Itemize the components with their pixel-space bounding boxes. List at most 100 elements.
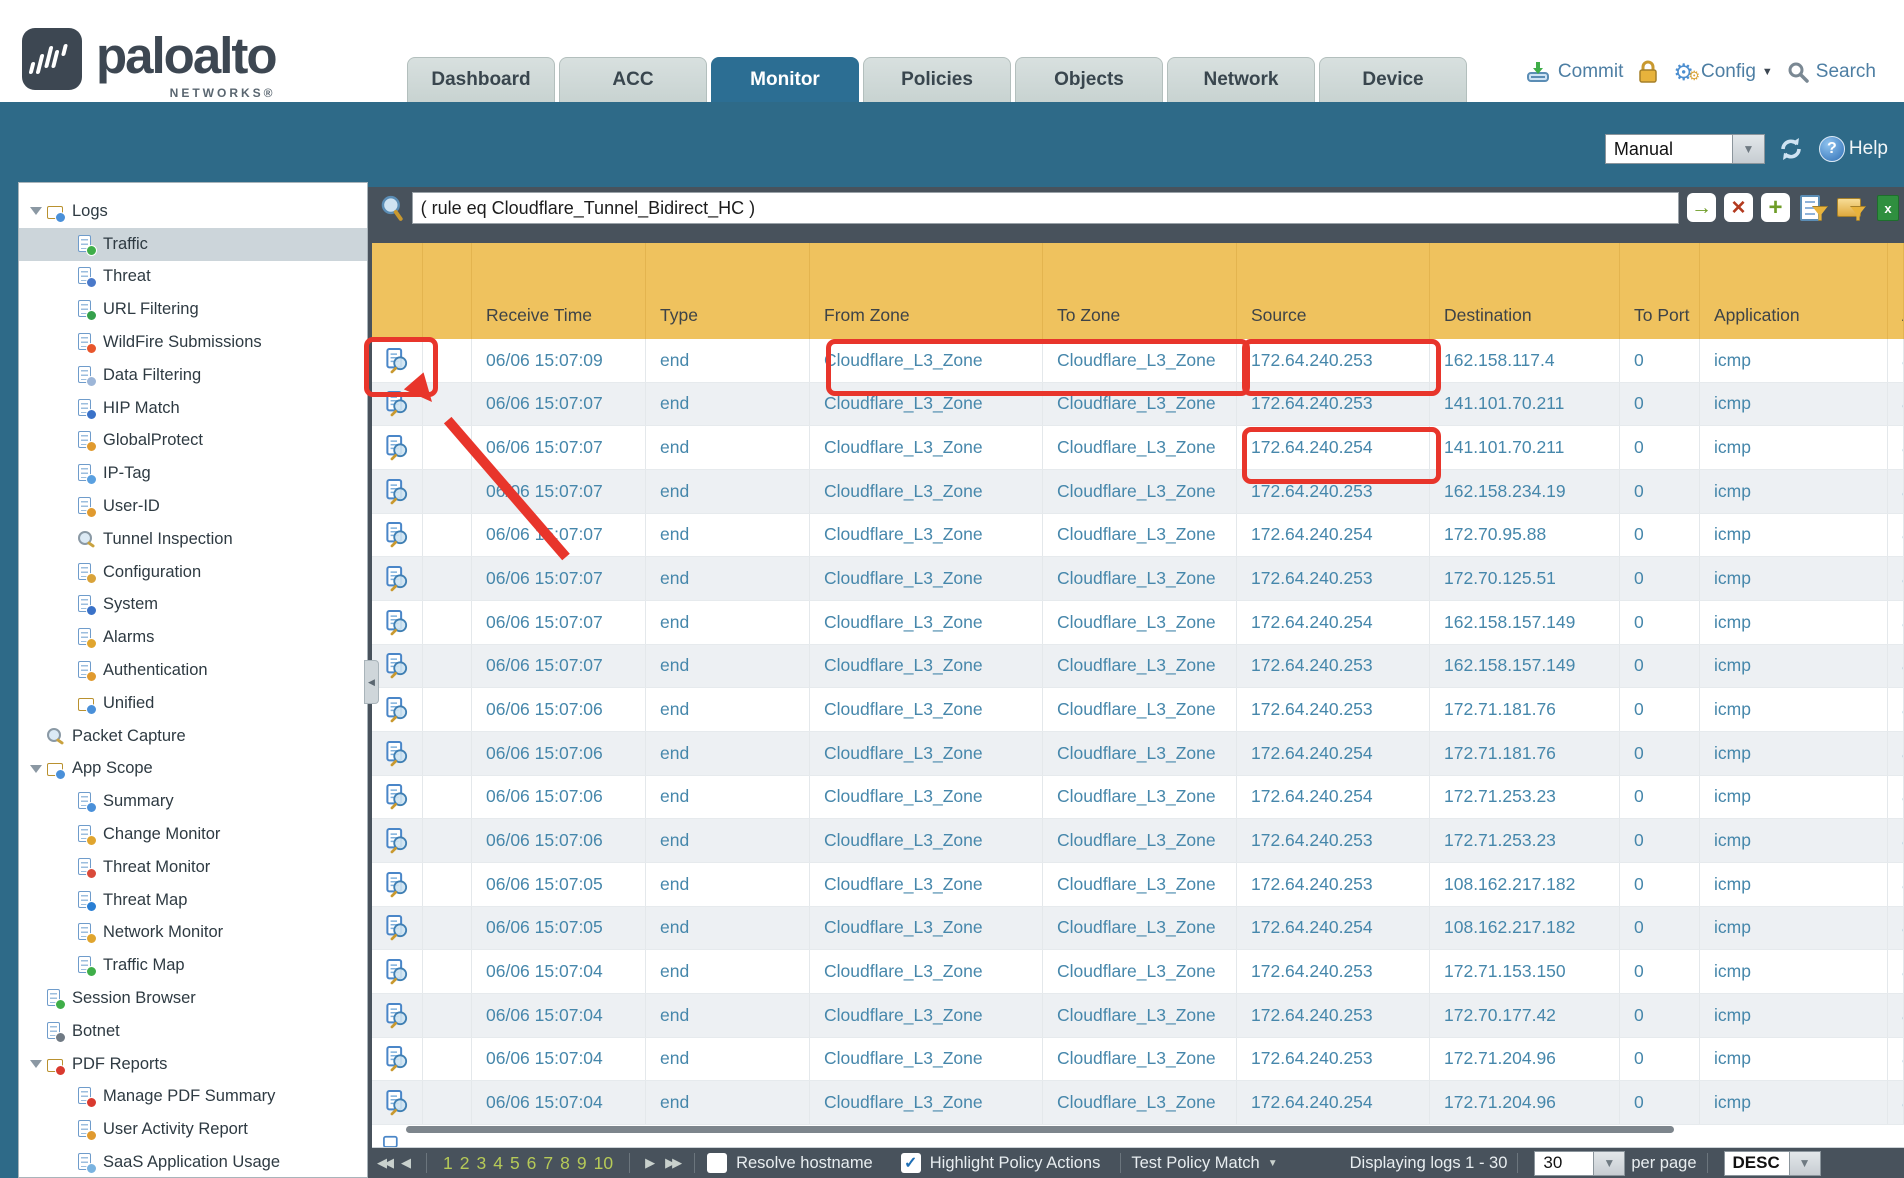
page-number-4[interactable]: 4 [493,1153,503,1174]
page-number-1[interactable]: 1 [443,1153,453,1174]
log-detail-icon[interactable] [372,688,423,731]
resolve-hostname-checkbox[interactable] [707,1153,727,1173]
log-detail-icon[interactable] [372,557,423,600]
table-row[interactable]: 06/06 15:07:07endCloudflare_L3_ZoneCloud… [372,601,1904,645]
table-row[interactable]: 06/06 15:07:06endCloudflare_L3_ZoneCloud… [372,688,1904,732]
log-detail-icon[interactable] [372,339,423,382]
log-detail-icon[interactable] [372,470,423,513]
commit-link[interactable]: Commit [1558,61,1623,83]
sidebar-item-alarms[interactable]: Alarms [19,621,367,654]
config-link[interactable]: Config [1701,61,1756,83]
export-logs-icon[interactable]: x [1874,193,1904,222]
sidebar-item-saas-application-usage[interactable]: SaaS Application Usage [19,1146,367,1178]
sidebar-item-summary[interactable]: Summary [19,785,367,818]
sidebar-item-unified[interactable]: Unified [19,687,367,720]
page-number-7[interactable]: 7 [543,1153,553,1174]
per-page-select[interactable]: 30 ▼ [1534,1151,1625,1176]
log-detail-icon[interactable] [372,514,423,557]
column-header-application[interactable]: Application [1700,243,1888,339]
test-policy-match-button[interactable]: Test Policy Match [1131,1154,1259,1173]
log-detail-icon[interactable] [372,426,423,469]
column-header-to-port[interactable]: To Port [1620,243,1700,339]
horizontal-scrollbar[interactable] [406,1126,1674,1133]
tab-objects[interactable]: Objects [1015,57,1163,102]
table-row[interactable]: 06/06 15:07:07endCloudflare_L3_ZoneCloud… [372,645,1904,689]
log-detail-icon[interactable] [372,819,423,862]
table-row[interactable]: 06/06 15:07:07endCloudflare_L3_ZoneCloud… [372,383,1904,427]
column-header-receive-time[interactable]: Receive Time [472,243,646,339]
table-row[interactable]: 06/06 15:07:07endCloudflare_L3_ZoneCloud… [372,470,1904,514]
table-row[interactable]: 06/06 15:07:04endCloudflare_L3_ZoneCloud… [372,1038,1904,1082]
sidebar-item-session-browser[interactable]: Session Browser [19,982,367,1015]
last-page-button[interactable]: ▶▶ [660,1155,684,1171]
page-number-5[interactable]: 5 [510,1153,520,1174]
sidebar-item-logs[interactable]: Logs [19,195,367,228]
apply-filter-icon[interactable]: → [1687,193,1716,222]
column-header-action[interactable]: A [1888,243,1904,339]
tab-policies[interactable]: Policies [863,57,1011,102]
next-page-button[interactable]: ▶ [640,1155,660,1171]
column-header-destination[interactable]: Destination [1430,243,1620,339]
sidebar-item-threat-map[interactable]: Threat Map [19,884,367,917]
sidebar-item-traffic-map[interactable]: Traffic Map [19,949,367,982]
log-filter-input[interactable] [412,192,1679,224]
log-detail-icon[interactable] [372,950,423,993]
column-header-blank[interactable] [423,243,472,339]
table-row[interactable]: 06/06 15:07:04endCloudflare_L3_ZoneCloud… [372,950,1904,994]
table-row[interactable]: 06/06 15:07:07endCloudflare_L3_ZoneCloud… [372,426,1904,470]
tab-dashboard[interactable]: Dashboard [407,57,555,102]
sidebar-item-authentication[interactable]: Authentication [19,654,367,687]
tab-device[interactable]: Device [1319,57,1467,102]
log-detail-icon[interactable] [372,383,423,426]
log-detail-icon[interactable] [372,645,423,688]
sidebar-item-manage-pdf-summary[interactable]: Manage PDF Summary [19,1081,367,1114]
sidebar-item-threat-monitor[interactable]: Threat Monitor [19,851,367,884]
sidebar-item-wildfire-submissions[interactable]: WildFire Submissions [19,326,367,359]
page-number-3[interactable]: 3 [476,1153,486,1174]
table-row[interactable]: 06/06 15:07:07endCloudflare_L3_ZoneCloud… [372,514,1904,558]
highlight-policy-actions-checkbox[interactable]: ✓ [901,1153,921,1173]
page-number-9[interactable]: 9 [577,1153,587,1174]
table-row[interactable]: 06/06 15:07:06endCloudflare_L3_ZoneCloud… [372,819,1904,863]
tab-monitor[interactable]: Monitor [711,57,859,102]
per-page-caret[interactable]: ▼ [1594,1151,1625,1176]
sidebar-item-url-filtering[interactable]: URL Filtering [19,293,367,326]
page-number-8[interactable]: 8 [560,1153,570,1174]
help-link[interactable]: Help [1849,138,1888,160]
table-row[interactable]: 06/06 15:07:05endCloudflare_L3_ZoneCloud… [372,863,1904,907]
page-number-6[interactable]: 6 [527,1153,537,1174]
sort-order-select[interactable]: DESC ▼ [1724,1151,1821,1176]
sidebar-item-user-id[interactable]: User-ID [19,490,367,523]
column-header-from-zone[interactable]: From Zone [810,243,1043,339]
column-header-to-zone[interactable]: To Zone [1043,243,1237,339]
table-row[interactable]: 06/06 15:07:07endCloudflare_L3_ZoneCloud… [372,557,1904,601]
page-number-10[interactable]: 10 [594,1153,613,1174]
log-detail-icon[interactable] [372,1081,423,1124]
test-policy-match-caret[interactable]: ▼ [1268,1158,1278,1169]
log-detail-icon[interactable] [372,994,423,1037]
first-page-button[interactable]: ◀◀ [372,1155,396,1171]
sidebar-item-tunnel-inspection[interactable]: Tunnel Inspection [19,523,367,556]
filter-builder-icon[interactable] [1798,193,1828,222]
log-detail-icon[interactable] [372,1038,423,1081]
sidebar-item-app-scope[interactable]: App Scope [19,753,367,786]
table-row[interactable]: 06/06 15:07:09endCloudflare_L3_ZoneCloud… [372,339,1904,383]
sort-order-caret[interactable]: ▼ [1790,1151,1821,1176]
sidebar-item-hip-match[interactable]: HIP Match [19,392,367,425]
config-dropdown-caret[interactable]: ▼ [1762,66,1773,78]
column-header-source[interactable]: Source [1237,243,1430,339]
sidebar-item-globalprotect[interactable]: GlobalProtect [19,425,367,458]
log-detail-icon[interactable] [372,907,423,950]
column-header-type[interactable]: Type [646,243,810,339]
expand-caret-icon[interactable] [30,765,42,773]
clear-filter-icon[interactable]: × [1724,193,1753,222]
sidebar-item-system[interactable]: System [19,589,367,622]
sidebar-item-user-activity-report[interactable]: User Activity Report [19,1113,367,1146]
sidebar-item-threat[interactable]: Threat [19,261,367,294]
sidebar-item-traffic[interactable]: Traffic [19,228,367,261]
log-detail-icon[interactable] [372,863,423,906]
sidebar-item-packet-capture[interactable]: Packet Capture [19,720,367,753]
tab-acc[interactable]: ACC [559,57,707,102]
sidebar-item-data-filtering[interactable]: Data Filtering [19,359,367,392]
load-filter-icon[interactable] [1836,193,1866,222]
